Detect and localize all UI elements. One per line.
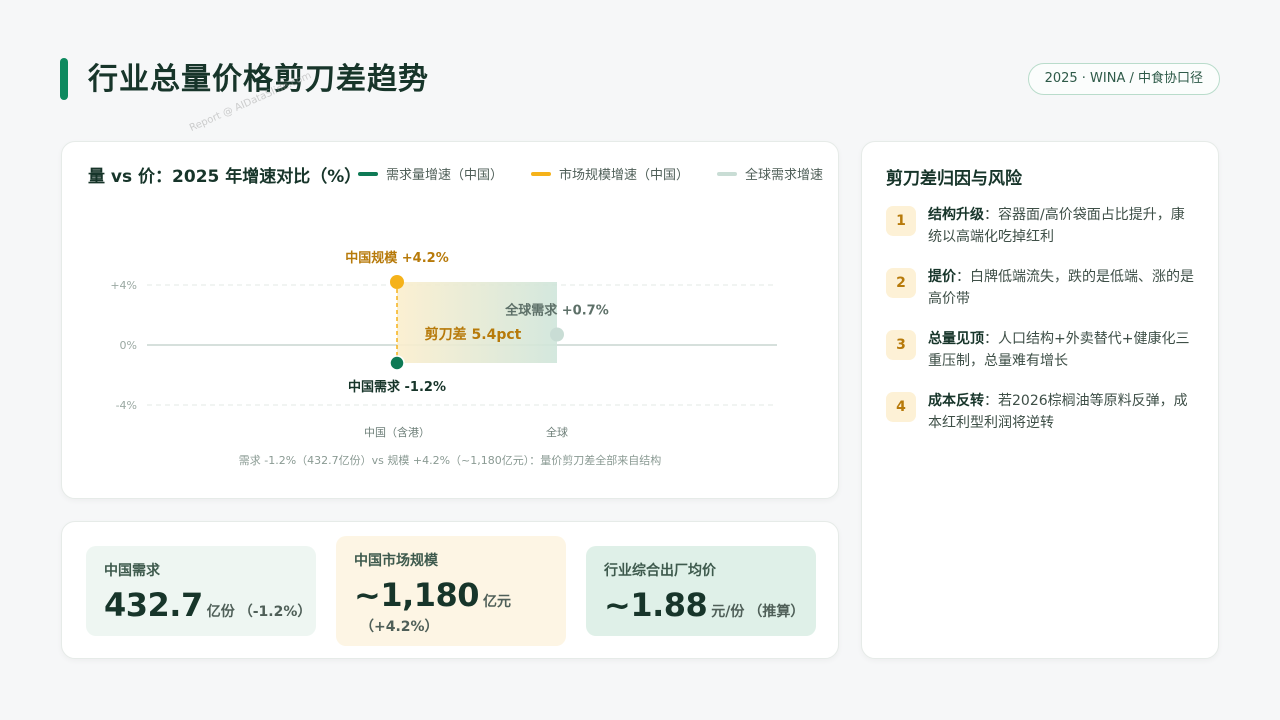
kpi-avg-price: 行业综合出厂均价 ~1.88 元/份 （推算） <box>586 546 816 636</box>
scissor-gap-band <box>397 282 557 363</box>
market-growth-label: 中国规模 +4.2% <box>345 250 448 266</box>
kpi-card: 中国需求 432.7 亿份 （-1.2%） 中国市场规模 ~1,180 亿元 （+4.… <box>61 521 839 659</box>
kpi-china-demand: 中国需求 432.7 亿份 （-1.2%） <box>86 546 316 636</box>
risk-number-badge: 4 <box>886 392 916 422</box>
list-item: 4 成本反转：若2026棕榈油等原料反弹，成本红利型利润将逆转 <box>886 390 1198 434</box>
kpi-change: （+4.2%） <box>360 619 439 635</box>
risk-body: ：白牌低端流失，跌的是低端、涨的是高价带 <box>928 269 1194 307</box>
risk-title: 剪刀差归因与风险 <box>886 169 1022 189</box>
risk-list: 1 结构升级：容器面/高价袋面占比提升，康统以高端化吃掉红利 2 提价：白牌低端… <box>886 204 1198 452</box>
source-badge: 2025 · WINA / 中食协口径 <box>1027 63 1220 95</box>
kpi-unit: 亿元 <box>483 594 512 610</box>
y-tick-label: -4% <box>116 399 137 412</box>
chart-footnote: 需求 -1.2%（432.7亿份）vs 规模 +4.2%（~1,180亿元）：量… <box>238 454 662 467</box>
list-item: 2 提价：白牌低端流失，跌的是低端、涨的是高价带 <box>886 266 1198 310</box>
market-growth-point <box>390 275 404 289</box>
global-growth-point <box>550 327 564 342</box>
list-item: 3 总量见顶：人口结构+外卖替代+健康化三重压制，总量难有增长 <box>886 328 1198 372</box>
kpi-change: （-1.2%） <box>238 604 312 620</box>
risk-heading: 成本反转 <box>928 393 984 409</box>
kpi-unit: 亿份 <box>206 604 235 620</box>
global-growth-label: 全球需求 +0.7% <box>504 303 608 319</box>
kpi-value: ~1.88 <box>604 586 708 624</box>
risk-number-badge: 1 <box>886 206 916 236</box>
demand-growth-point <box>389 355 405 371</box>
risk-card: 剪刀差归因与风险 1 结构升级：容器面/高价袋面占比提升，康统以高端化吃掉红利 … <box>861 141 1219 659</box>
y-tick-label: 0% <box>120 339 137 352</box>
kpi-value: 432.7 <box>104 586 203 624</box>
risk-heading: 总量见顶 <box>928 331 984 347</box>
title-accent-bar <box>60 58 68 100</box>
kpi-china-market: 中国市场规模 ~1,180 亿元 （+4.2%） <box>336 536 566 646</box>
kpi-label: 行业综合出厂均价 <box>604 563 716 579</box>
kpi-note: （推算） <box>748 604 805 620</box>
risk-number-badge: 2 <box>886 268 916 298</box>
kpi-value: ~1,180 <box>354 576 480 614</box>
x-tick-label: 全球 <box>546 425 568 439</box>
scissor-gap-label: 剪刀差 5.4pct <box>425 326 522 343</box>
kpi-label: 中国需求 <box>104 563 160 579</box>
risk-heading: 结构升级 <box>928 207 984 223</box>
risk-heading: 提价 <box>928 269 956 285</box>
risk-number-badge: 3 <box>886 330 916 360</box>
demand-growth-label: 中国需求 -1.2% <box>348 379 446 395</box>
list-item: 1 结构升级：容器面/高价袋面占比提升，康统以高端化吃掉红利 <box>886 204 1198 248</box>
kpi-unit: 元/份 <box>711 604 745 620</box>
kpi-label: 中国市场规模 <box>354 553 438 569</box>
x-tick-label: 中国（含港） <box>364 425 430 439</box>
chart-card: 量 vs 价：2025 年增速对比（%） 需求量增速（中国） 市场规模增速（中国… <box>61 141 839 499</box>
chart-plot: +4% 0% -4% 中国（含港） 全球 中国规模 +4.2% 中国需求 -1.2% 全球需… <box>110 250 777 439</box>
y-tick-label: +4% <box>110 279 137 292</box>
